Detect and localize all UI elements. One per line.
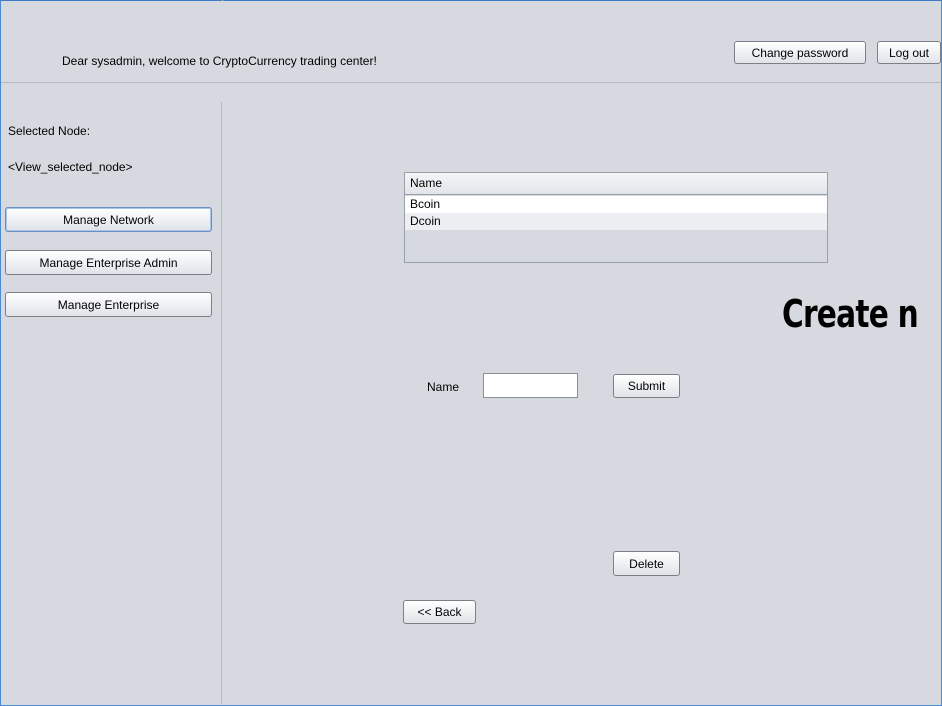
submit-button[interactable]: Submit: [613, 374, 680, 398]
selected-node-value: <View_selected_node>: [8, 160, 133, 174]
welcome-text: Dear sysadmin, welcome to CryptoCurrency…: [62, 54, 377, 68]
delete-button[interactable]: Delete: [613, 551, 680, 576]
change-password-button[interactable]: Change password: [734, 41, 866, 64]
name-input[interactable]: [483, 373, 578, 398]
logout-button[interactable]: Log out: [877, 41, 941, 64]
table-header-name[interactable]: Name: [405, 173, 827, 195]
page-title: Create n: [782, 292, 919, 336]
manage-network-button[interactable]: Manage Network: [5, 207, 212, 232]
manage-enterprise-button[interactable]: Manage Enterprise: [5, 292, 212, 317]
table-row[interactable]: Dcoin: [405, 213, 827, 230]
sidebar-divider: [221, 102, 222, 704]
manage-enterprise-admin-button[interactable]: Manage Enterprise Admin: [5, 250, 212, 275]
coin-table: Name Bcoin Dcoin: [404, 172, 828, 263]
selected-node-label: Selected Node:: [8, 124, 91, 138]
name-field-label: Name: [427, 380, 460, 394]
table-row[interactable]: Bcoin: [405, 196, 827, 213]
back-button[interactable]: << Back: [403, 600, 476, 624]
